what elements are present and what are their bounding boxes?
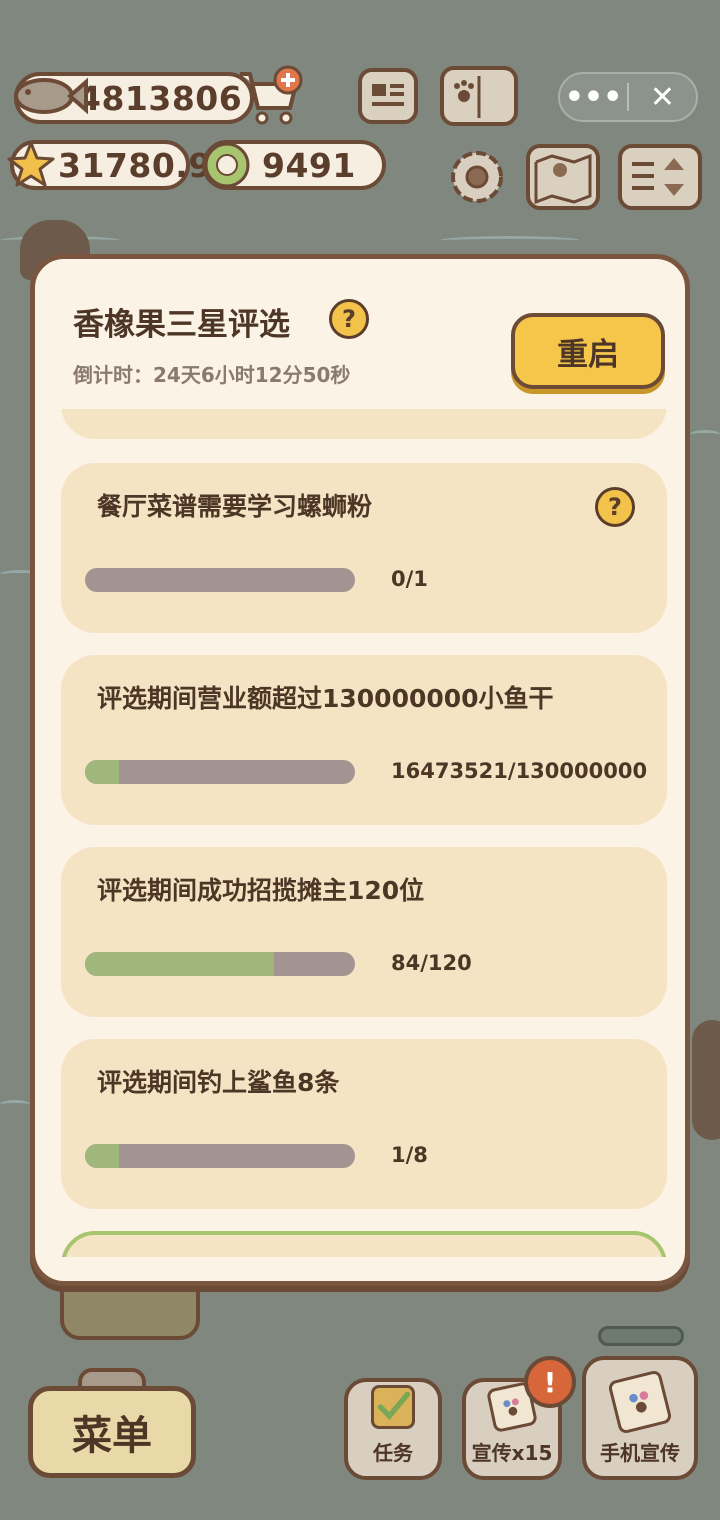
progress-fill xyxy=(85,952,274,976)
question-mark: ? xyxy=(608,493,622,521)
modal-title: 香橡果三星评选 xyxy=(73,307,290,343)
background-aquarium xyxy=(60,1280,200,1340)
alert-badge-icon: ! xyxy=(524,1356,576,1408)
more-options-button[interactable]: ••• xyxy=(560,74,627,120)
task-card: 评选期间钓上鲨鱼8条 1/8 xyxy=(61,1039,667,1209)
paw-book-icon xyxy=(454,76,481,118)
task-title: 评选期间成功招揽摊主120位 xyxy=(97,876,425,905)
cat-book-button[interactable] xyxy=(440,66,518,126)
question-mark: ? xyxy=(342,305,356,333)
progress-bar xyxy=(85,1144,355,1168)
task-help-icon[interactable]: ? xyxy=(595,487,635,527)
fish-currency-value: 4813806 xyxy=(78,78,243,118)
news-button[interactable] xyxy=(358,68,418,124)
smartphone-icon xyxy=(607,1369,673,1435)
background-character xyxy=(692,1020,720,1140)
sort-button[interactable] xyxy=(618,144,702,210)
evaluation-modal: 香橡果三星评选 ? 倒计时：24天6小时12分50秒 重启 餐厅菜谱需要学习螺蛳… xyxy=(30,254,690,1286)
checklist-icon xyxy=(371,1385,415,1429)
task-button[interactable]: 任务 xyxy=(344,1378,442,1480)
progress-count: 16473521/130000000 xyxy=(391,759,648,783)
close-icon: ✕ xyxy=(649,79,676,115)
sort-arrows-icon xyxy=(632,158,684,196)
background-wave xyxy=(440,236,580,245)
phone-promote-button[interactable]: 手机宣传 xyxy=(582,1356,698,1480)
gem-icon xyxy=(204,142,250,188)
task-title: 评选期间钓上鲨鱼8条 xyxy=(97,1068,340,1097)
promote-button-label: 宣传x15 xyxy=(471,1441,553,1465)
newspaper-icon xyxy=(372,84,404,106)
close-button[interactable]: ✕ xyxy=(629,74,696,120)
title-help-icon[interactable]: ? xyxy=(329,299,369,339)
task-title: 评选期间营业额超过130000000小鱼干 xyxy=(97,684,554,713)
progress-count: 1/8 xyxy=(391,1143,428,1167)
small-status-bar xyxy=(598,1326,684,1346)
countdown-text: 倒计时：24天6小时12分50秒 xyxy=(73,363,351,387)
task-card: 评选期间成功招揽摊主120位 84/120 xyxy=(61,847,667,1017)
progress-count: 0/1 xyxy=(391,567,428,591)
progress-bar xyxy=(85,760,355,784)
task-card: 评选期间营业额超过130000000小鱼干 16473521/130000000 xyxy=(61,655,667,825)
progress-bar xyxy=(85,568,355,592)
star-icon xyxy=(7,141,55,187)
more-icon: ••• xyxy=(564,79,623,115)
task-list[interactable]: 餐厅菜谱需要学习螺蛳粉 ? 0/1 评选期间营业额超过130000000小鱼干 … xyxy=(61,409,667,1257)
progress-fill xyxy=(85,760,120,784)
background-wave xyxy=(690,430,720,439)
task-title: 餐厅菜谱需要学习螺蛳粉 xyxy=(97,492,373,521)
settings-gear-icon[interactable] xyxy=(446,146,508,208)
map-icon xyxy=(534,153,592,205)
menu-button[interactable]: 菜单 xyxy=(28,1386,196,1478)
star-currency-value: 31780.9 xyxy=(58,145,212,185)
progress-fill xyxy=(85,1144,119,1168)
mini-program-capsule: ••• ✕ xyxy=(558,72,698,122)
progress-bar xyxy=(85,952,355,976)
map-button[interactable] xyxy=(526,144,600,210)
fish-icon xyxy=(14,77,88,115)
task-card-partial xyxy=(61,409,667,439)
task-card: 餐厅菜谱需要学习螺蛳粉 ? 0/1 xyxy=(61,463,667,633)
restart-button[interactable]: 重启 xyxy=(511,313,665,389)
gem-currency-value: 9491 xyxy=(262,145,356,185)
progress-count: 84/120 xyxy=(391,951,472,975)
task-card-partial-highlighted xyxy=(61,1231,667,1257)
add-currency-cart-icon[interactable] xyxy=(234,64,306,130)
task-button-label: 任务 xyxy=(373,1441,413,1465)
background-wave xyxy=(0,1100,30,1109)
phone-promote-label: 手机宣传 xyxy=(600,1441,680,1465)
